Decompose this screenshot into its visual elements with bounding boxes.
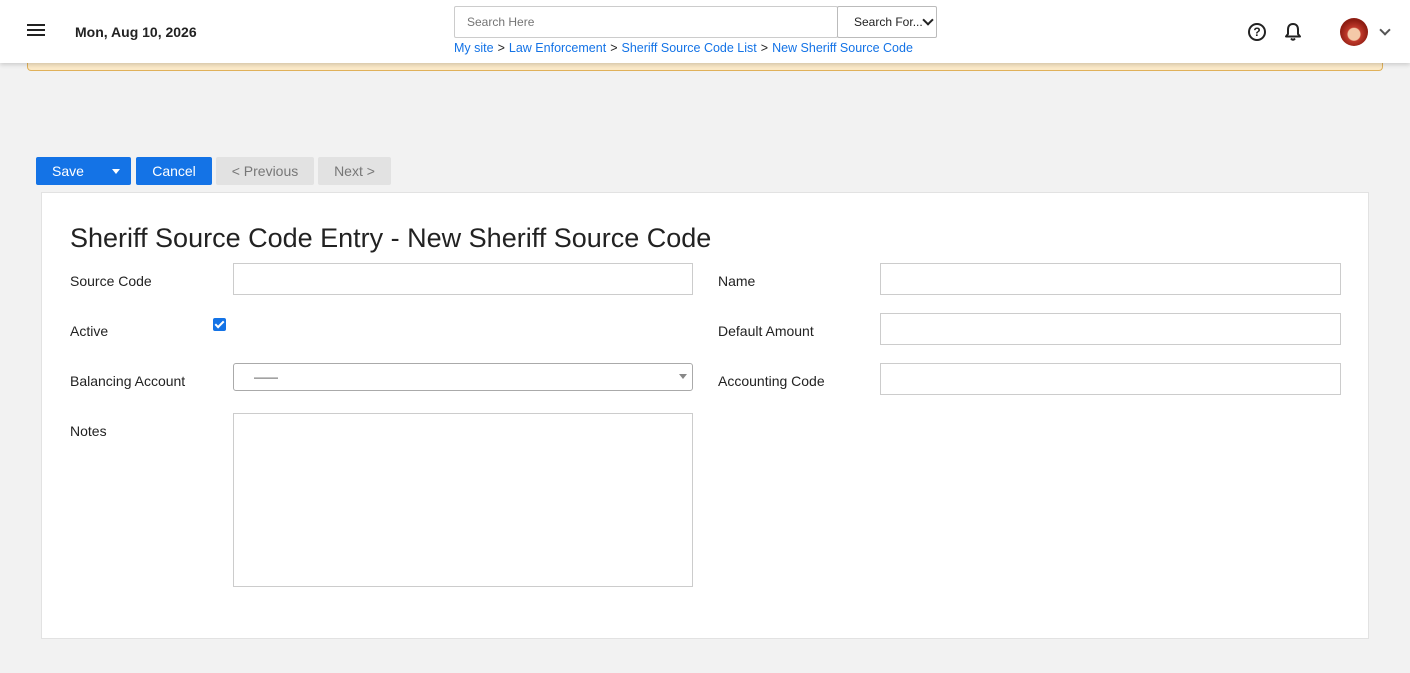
next-button[interactable]: Next > xyxy=(318,157,391,185)
save-options-button[interactable] xyxy=(98,157,131,185)
breadcrumb-my-site[interactable]: My site xyxy=(454,41,494,55)
form-card: Sheriff Source Code Entry - New Sheriff … xyxy=(41,192,1369,639)
balancing-account-label: Balancing Account xyxy=(70,373,186,389)
cancel-button[interactable]: Cancel xyxy=(136,157,212,185)
balancing-account-value: —— xyxy=(254,370,278,384)
source-code-label: Source Code xyxy=(70,273,152,289)
chevron-down-icon[interactable] xyxy=(1379,24,1391,36)
breadcrumb-law-enforcement[interactable]: Law Enforcement xyxy=(509,41,606,55)
caret-down-icon xyxy=(679,374,687,379)
avatar[interactable] xyxy=(1340,18,1368,46)
bell-icon[interactable] xyxy=(1284,22,1302,42)
default-amount-label: Default Amount xyxy=(718,323,814,339)
breadcrumb-sheriff-source-code-list[interactable]: Sheriff Source Code List xyxy=(622,41,757,55)
search-for-label: Search For... xyxy=(854,15,923,29)
active-label: Active xyxy=(70,323,109,339)
save-button[interactable]: Save xyxy=(36,157,98,185)
search-for-select[interactable]: Search For... xyxy=(837,6,937,38)
breadcrumb: My site > Law Enforcement > Sheriff Source C… xyxy=(454,41,913,55)
menu-icon[interactable] xyxy=(27,24,45,38)
breadcrumb-new-sheriff-source-code[interactable]: New Sheriff Source Code xyxy=(772,41,913,55)
source-code-input[interactable] xyxy=(233,263,693,295)
accounting-code-input[interactable] xyxy=(880,363,1341,395)
chevron-down-icon xyxy=(922,14,934,26)
accounting-code-label: Accounting Code xyxy=(718,373,825,389)
notes-textarea[interactable] xyxy=(233,413,693,587)
default-amount-input[interactable] xyxy=(880,313,1341,345)
active-checkbox[interactable] xyxy=(213,318,226,331)
notes-label: Notes xyxy=(70,423,107,439)
current-date: Mon, Aug 10, 2026 xyxy=(75,24,197,40)
name-input[interactable] xyxy=(880,263,1341,295)
name-label: Name xyxy=(718,273,756,289)
search-input[interactable] xyxy=(454,6,838,38)
help-icon[interactable]: ? xyxy=(1248,23,1266,41)
balancing-account-select[interactable]: —— xyxy=(233,363,693,391)
page-title: Sheriff Source Code Entry - New Sheriff … xyxy=(70,223,712,253)
top-header: Mon, Aug 10, 2026 Search For... My site>… xyxy=(0,0,1410,63)
previous-button[interactable]: < Previous xyxy=(216,157,314,185)
caret-down-icon xyxy=(112,169,120,174)
